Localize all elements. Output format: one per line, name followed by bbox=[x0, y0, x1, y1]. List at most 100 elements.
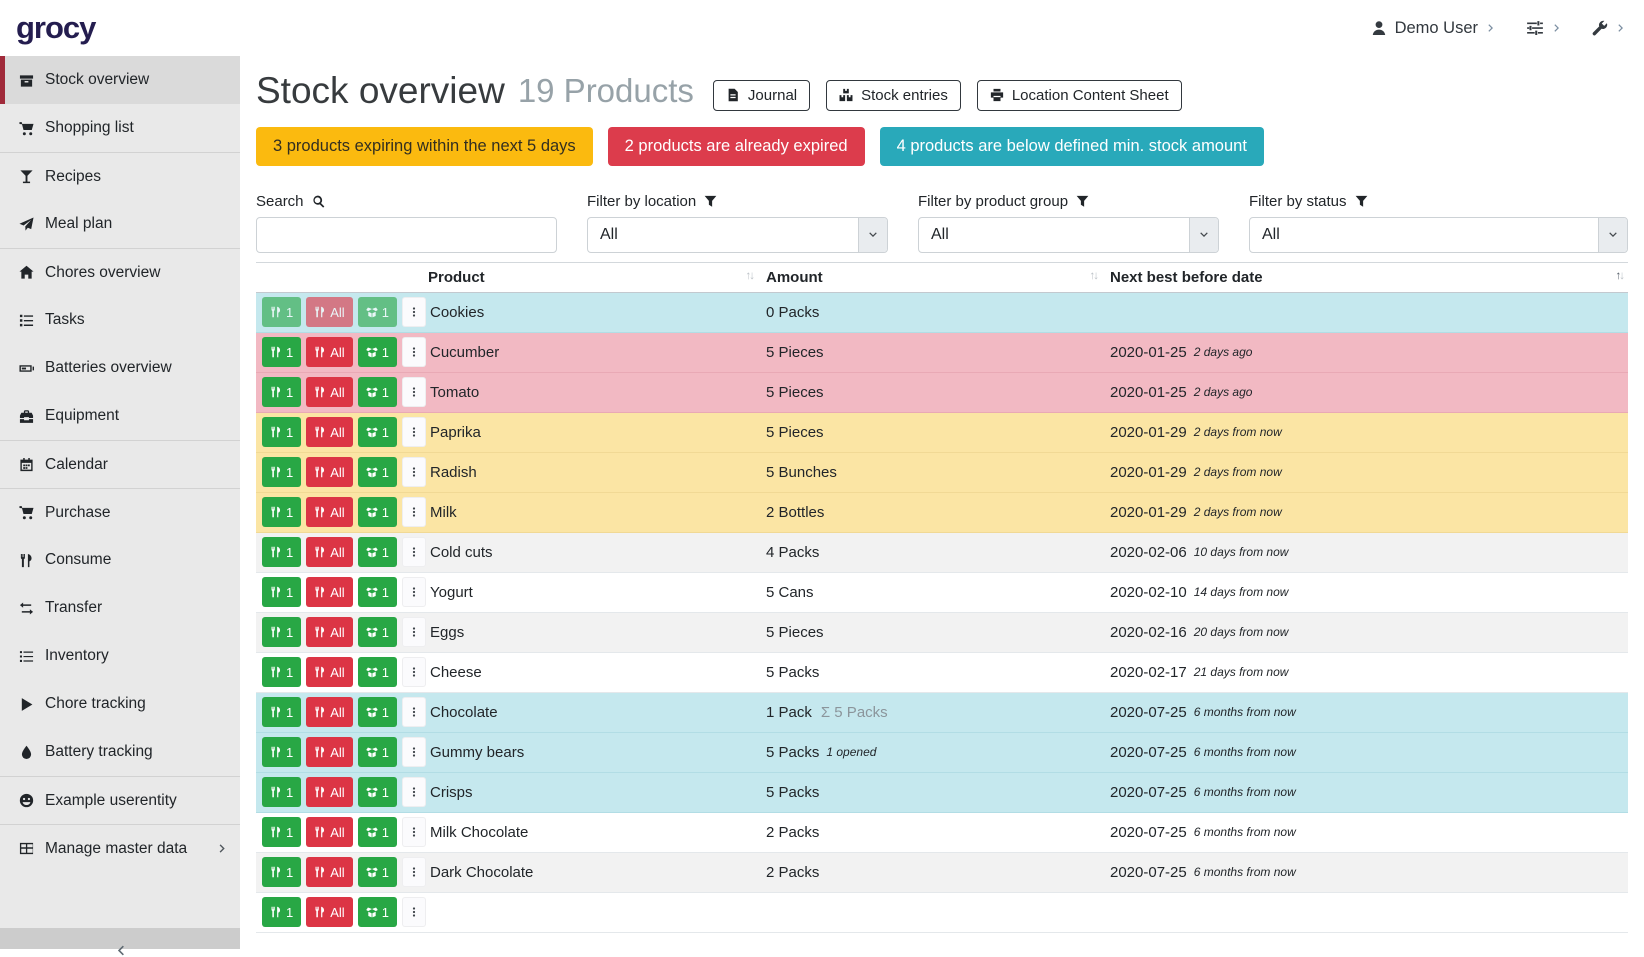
chevron-right-icon bbox=[1616, 23, 1626, 33]
open-one-button[interactable]: 1 bbox=[358, 817, 397, 847]
column-next-best-before-date[interactable]: Next best before date ↑↓ bbox=[1102, 263, 1628, 292]
consume-one-button[interactable]: 1 bbox=[262, 457, 301, 487]
consume-all-button[interactable]: All bbox=[306, 777, 352, 807]
status-banner-warning[interactable]: 3 products expiring within the next 5 da… bbox=[256, 127, 593, 166]
status-banner-info[interactable]: 4 products are below defined min. stock … bbox=[880, 127, 1264, 166]
grocy-logo[interactable]: grocy bbox=[16, 10, 95, 46]
sidebar-item-chore-tracking[interactable]: Chore tracking bbox=[0, 680, 240, 728]
consume-one-button[interactable]: 1 bbox=[262, 337, 301, 367]
button-label: 1 bbox=[286, 545, 293, 560]
button-label: All bbox=[330, 545, 344, 560]
consume-all-button[interactable]: All bbox=[306, 537, 352, 567]
button-label: 1 bbox=[382, 705, 389, 720]
location-content-sheet-button[interactable]: Location Content Sheet bbox=[977, 80, 1182, 111]
sidebar-item-stock-overview[interactable]: Stock overview bbox=[0, 56, 240, 104]
open-one-button[interactable]: 1 bbox=[358, 897, 397, 927]
filter-by-location: Filter by locationAll bbox=[587, 193, 888, 253]
consume-one-button[interactable]: 1 bbox=[262, 817, 301, 847]
date-note: 2 days from now bbox=[1194, 505, 1282, 519]
box-open-icon bbox=[366, 426, 378, 438]
filter-by-status-select[interactable]: All bbox=[1249, 217, 1628, 253]
settings-menu[interactable] bbox=[1526, 19, 1562, 37]
consume-one-button[interactable]: 1 bbox=[262, 657, 301, 687]
consume-one-button[interactable]: 1 bbox=[262, 697, 301, 727]
open-one-button[interactable]: 1 bbox=[358, 497, 397, 527]
consume-all-button[interactable]: All bbox=[306, 857, 352, 887]
sidebar-item-tasks[interactable]: Tasks bbox=[0, 296, 240, 344]
sidebar-item-shopping-list[interactable]: Shopping list bbox=[0, 104, 240, 152]
consume-all-button[interactable]: All bbox=[306, 337, 352, 367]
sidebar-item-batteries-overview[interactable]: Batteries overview bbox=[0, 344, 240, 392]
sidebar-item-inventory[interactable]: Inventory bbox=[0, 632, 240, 680]
sidebar-item-example-userentity[interactable]: Example userentity bbox=[0, 776, 240, 824]
user-menu[interactable]: Demo User bbox=[1371, 19, 1496, 38]
sidebar-item-purchase[interactable]: Purchase bbox=[0, 488, 240, 536]
open-one-button[interactable]: 1 bbox=[358, 777, 397, 807]
column-product[interactable]: Product ↑↓ bbox=[420, 263, 758, 292]
consume-all-button[interactable]: All bbox=[306, 457, 352, 487]
sidebar-item-equipment[interactable]: Equipment bbox=[0, 392, 240, 440]
open-one-button[interactable]: 1 bbox=[358, 737, 397, 767]
product-name: Cold cuts bbox=[420, 533, 758, 572]
sidebar-item-battery-tracking[interactable]: Battery tracking bbox=[0, 728, 240, 776]
sidebar-item-chores-overview[interactable]: Chores overview bbox=[0, 248, 240, 296]
admin-menu[interactable] bbox=[1592, 20, 1626, 36]
open-one-button[interactable]: 1 bbox=[358, 377, 397, 407]
consume-one-button[interactable]: 1 bbox=[262, 377, 301, 407]
consume-one-button[interactable]: 1 bbox=[262, 577, 301, 607]
stock-entries-button[interactable]: Stock entries bbox=[826, 80, 961, 111]
select-dropdown-toggle[interactable] bbox=[1189, 218, 1218, 252]
consume-one-button[interactable]: 1 bbox=[262, 537, 301, 567]
open-one-button[interactable]: 1 bbox=[358, 657, 397, 687]
consume-all-button[interactable]: All bbox=[306, 737, 352, 767]
sidebar-collapse-button[interactable] bbox=[0, 928, 240, 949]
consume-one-button[interactable]: 1 bbox=[262, 897, 301, 927]
filter-by-location-select[interactable]: All bbox=[587, 217, 888, 253]
open-one-button[interactable]: 1 bbox=[358, 457, 397, 487]
consume-all-button[interactable]: All bbox=[306, 417, 352, 447]
consume-one-button[interactable]: 1 bbox=[262, 497, 301, 527]
button-label: 1 bbox=[286, 305, 293, 320]
sidebar-item-recipes[interactable]: Recipes bbox=[0, 152, 240, 200]
ellipsis-v-icon bbox=[408, 306, 420, 318]
amount-cell: 5 Cans bbox=[758, 573, 1102, 612]
best-before-date-cell: 2020-02-0610 days from now bbox=[1102, 533, 1628, 572]
utensils-icon bbox=[270, 426, 282, 438]
consume-all-button[interactable]: All bbox=[306, 897, 352, 927]
filter-by-product-group-select[interactable]: All bbox=[918, 217, 1219, 253]
consume-all-button[interactable]: All bbox=[306, 657, 352, 687]
consume-one-button[interactable]: 1 bbox=[262, 297, 301, 327]
open-one-button[interactable]: 1 bbox=[358, 577, 397, 607]
sidebar-item-manage-master-data[interactable]: Manage master data bbox=[0, 824, 240, 872]
open-one-button[interactable]: 1 bbox=[358, 337, 397, 367]
consume-all-button[interactable]: All bbox=[306, 497, 352, 527]
utensils-icon bbox=[270, 626, 282, 638]
sidebar-item-consume[interactable]: Consume bbox=[0, 536, 240, 584]
consume-one-button[interactable]: 1 bbox=[262, 617, 301, 647]
open-one-button[interactable]: 1 bbox=[358, 297, 397, 327]
consume-all-button[interactable]: All bbox=[306, 817, 352, 847]
consume-one-button[interactable]: 1 bbox=[262, 737, 301, 767]
select-dropdown-toggle[interactable] bbox=[858, 218, 887, 252]
journal-button[interactable]: Journal bbox=[713, 80, 810, 111]
sidebar-item-transfer[interactable]: Transfer bbox=[0, 584, 240, 632]
select-dropdown-toggle[interactable] bbox=[1598, 218, 1627, 252]
consume-one-button[interactable]: 1 bbox=[262, 777, 301, 807]
consume-one-button[interactable]: 1 bbox=[262, 417, 301, 447]
consume-all-button[interactable]: All bbox=[306, 697, 352, 727]
column-amount[interactable]: Amount ↑↓ bbox=[758, 263, 1102, 292]
open-one-button[interactable]: 1 bbox=[358, 857, 397, 887]
sidebar-item-calendar[interactable]: Calendar bbox=[0, 440, 240, 488]
consume-all-button[interactable]: All bbox=[306, 617, 352, 647]
consume-all-button[interactable]: All bbox=[306, 577, 352, 607]
consume-all-button[interactable]: All bbox=[306, 377, 352, 407]
sidebar-item-meal-plan[interactable]: Meal plan bbox=[0, 200, 240, 248]
open-one-button[interactable]: 1 bbox=[358, 697, 397, 727]
status-banner-danger[interactable]: 2 products are already expired bbox=[608, 127, 865, 166]
consume-one-button[interactable]: 1 bbox=[262, 857, 301, 887]
open-one-button[interactable]: 1 bbox=[358, 537, 397, 567]
search-input[interactable] bbox=[256, 217, 557, 253]
open-one-button[interactable]: 1 bbox=[358, 417, 397, 447]
open-one-button[interactable]: 1 bbox=[358, 617, 397, 647]
consume-all-button[interactable]: All bbox=[306, 297, 352, 327]
